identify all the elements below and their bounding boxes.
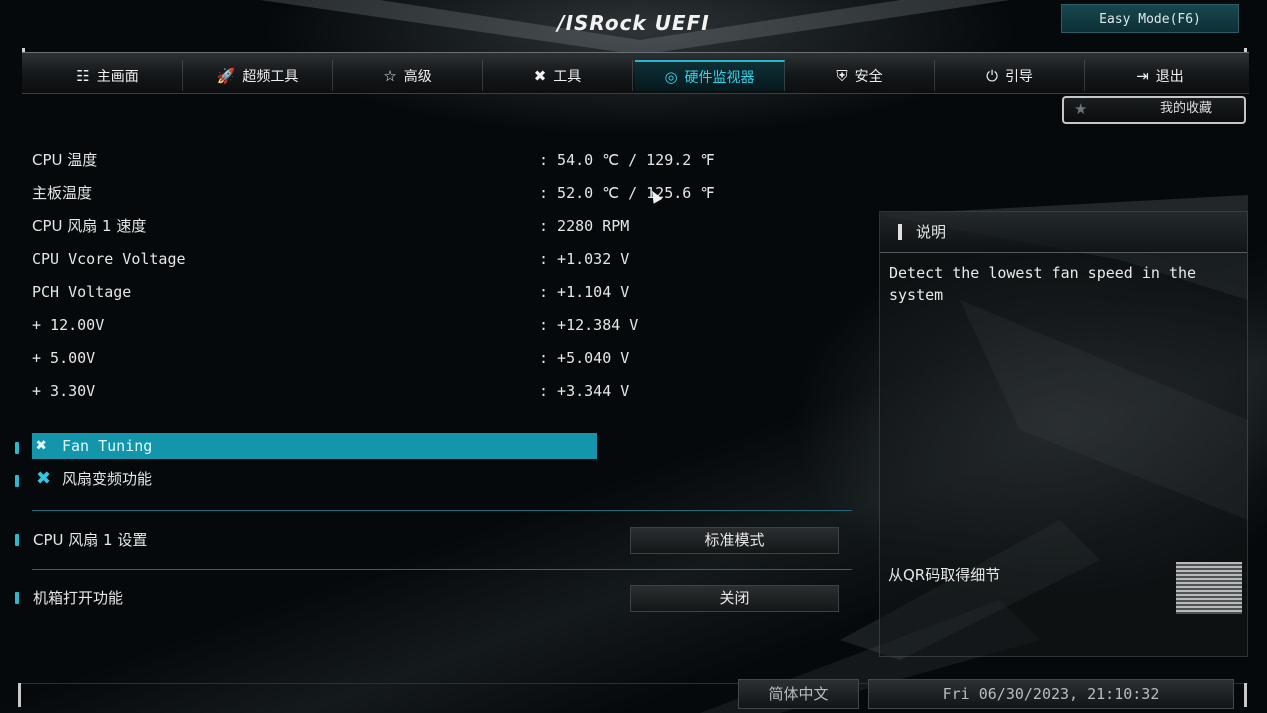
footer-right-edge [1244,683,1247,707]
description-panel: 说明 Detect the lowest fan speed in the sy… [879,211,1248,657]
footer-left-edge [18,683,21,707]
star-icon: ★ [1074,100,1088,118]
chassis-intrusion-label[interactable]: 机箱打开功能 [33,585,123,611]
tab-oc-tweaker[interactable]: 🚀 超频工具 [183,60,333,91]
reading-row: CPU 风扇 1 速度 : 2280 RPM [32,213,732,239]
reading-row: + 3.30V : +3.344 V [32,378,732,404]
star-icon: ☆ [383,66,397,85]
tools-icon: ✖ [36,435,47,456]
reading-label: CPU 温度 [32,151,98,169]
fan-tuning-label: Fan Tuning [62,437,153,455]
tab-tools[interactable]: ✖ 工具 [483,60,633,91]
header-marker [898,224,902,240]
reading-label: CPU Vcore Voltage [32,250,186,268]
tab-security[interactable]: ⛨ 安全 [785,60,935,91]
easy-mode-button[interactable]: Easy Mode(F6) [1061,4,1239,33]
exit-icon: ⇥ [1136,66,1149,85]
item-marker [15,475,19,487]
fan-function-label: 风扇变频功能 [62,470,153,488]
favorites-label: 我的收藏 [1159,101,1212,116]
divider [32,569,852,570]
reading-row: + 12.00V : +12.384 V [32,312,732,338]
tab-label: 超频工具 [242,68,299,85]
qr-code [1176,562,1242,614]
reading-row: CPU Vcore Voltage : +1.032 V [32,246,732,272]
monitor-icon: ◎ [664,67,678,86]
tab-boot[interactable]: ⏻ 引导 [935,60,1085,91]
reading-value: : 52.0 ℃ / 125.6 ℉ [539,184,715,202]
tab-advanced[interactable]: ☆ 高级 [333,60,483,91]
tab-label: 主画面 [96,68,139,85]
item-marker [15,442,19,454]
item-marker [15,534,19,546]
list-icon: ☷ [76,66,90,85]
description-title: 说明 [916,223,947,241]
tab-exit[interactable]: ⇥ 退出 [1085,60,1235,91]
tab-label: 高级 [403,68,432,85]
language-button[interactable]: 简体中文 [738,679,859,709]
reading-value: : +12.384 V [539,316,639,334]
reading-value: : +1.032 V [539,250,630,268]
reading-row: CPU 温度 : 54.0 ℃ / 129.2 ℉ [32,147,732,173]
reading-row: PCH Voltage : +1.104 V [32,279,732,305]
reading-label: + 12.00V [32,316,105,334]
datetime-display: Fri 06/30/2023, 21:10:32 [868,679,1234,709]
reading-label: 主板温度 [32,184,93,202]
tab-label: 安全 [854,68,883,85]
reading-value: : +3.344 V [539,382,630,400]
reading-value: : 54.0 ℃ / 129.2 ℉ [539,151,715,169]
tools-icon: ✖ [533,66,547,85]
cpu-fan1-setting-select[interactable]: 标准模式 [630,527,839,554]
reading-value: : +5.040 V [539,349,630,367]
reading-label: + 5.00V [32,349,96,367]
reading-row: 主板温度 : 52.0 ℃ / 125.6 ℉ [32,180,732,206]
reading-value: : +1.104 V [539,283,630,301]
reading-label: CPU 风扇 1 速度 [32,217,147,235]
qr-label: 从QR码取得细节 [888,566,1001,584]
reading-value: : 2280 RPM [539,217,630,235]
tab-label: 硬件监视器 [684,69,755,86]
tab-main[interactable]: ☷ 主画面 [33,60,183,91]
rocket-icon: 🚀 [216,66,236,85]
power-icon: ⏻ [986,66,998,85]
chassis-intrusion-select[interactable]: 关闭 [630,585,839,612]
tools-icon: ✖ [36,468,52,489]
fan-tuning-item[interactable]: ✖ Fan Tuning [32,433,597,459]
my-favorites-button[interactable]: ★ 我的收藏 [1062,96,1246,124]
description-header: 说明 [880,212,1247,253]
tab-label: 引导 [1004,68,1033,85]
tab-hardware-monitor[interactable]: ◎ 硬件监视器 [635,60,785,91]
description-text: Detect the lowest fan speed in the syste… [889,264,1197,304]
shield-icon: ⛨ [836,66,848,85]
item-marker [15,592,19,604]
cpu-fan1-setting-label[interactable]: CPU 风扇 1 设置 [33,527,147,553]
reading-label: + 3.30V [32,382,96,400]
tab-label: 工具 [553,68,582,85]
fan-function-item[interactable]: ✖ 风扇变频功能 [32,466,152,492]
tab-label: 退出 [1155,68,1184,85]
divider [32,510,852,511]
reading-row: + 5.00V : +5.040 V [32,345,732,371]
reading-label: PCH Voltage [32,283,132,301]
